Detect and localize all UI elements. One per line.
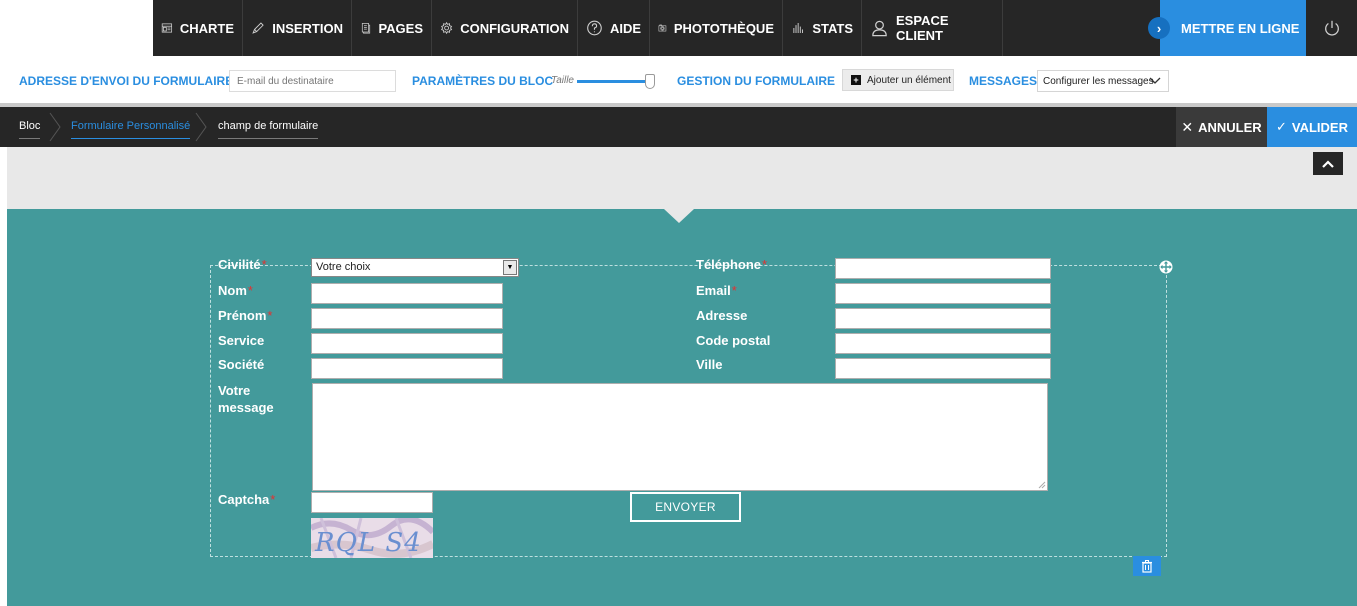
nav-insertion-label: INSERTION	[272, 20, 343, 36]
size-slider-track[interactable]	[577, 80, 653, 83]
messages-label: MESSAGES	[969, 74, 1038, 88]
nav-configuration[interactable]: CONFIGURATION	[432, 0, 578, 56]
required-mark: *	[270, 492, 276, 507]
captcha-image: RQL S4	[311, 518, 433, 558]
service-label: Service	[218, 333, 265, 348]
ville-input[interactable]	[835, 358, 1051, 379]
power-icon	[1324, 20, 1339, 36]
email-label: Email*	[696, 283, 737, 298]
camera-icon	[658, 24, 667, 32]
nav-insertion[interactable]: INSERTION	[243, 0, 352, 56]
form-management-label: GESTION DU FORMULAIRE	[677, 74, 835, 88]
nav-phototheque-label: PHOTOTHÈQUE	[673, 20, 774, 36]
trash-icon	[1142, 559, 1152, 573]
email-input[interactable]	[835, 283, 1051, 304]
breadcrumb-formulaire[interactable]: Formulaire Personnalisé	[71, 120, 191, 139]
societe-input[interactable]	[311, 358, 503, 379]
societe-label: Société	[218, 357, 265, 372]
nav-phototheque[interactable]: PHOTOTHÈQUE	[650, 0, 783, 56]
power-button[interactable]	[1306, 0, 1357, 56]
size-slider-handle[interactable]	[645, 74, 655, 89]
code-postal-label: Code postal	[696, 333, 771, 348]
required-mark: *	[731, 283, 737, 298]
chevron-right-icon: ›	[1148, 17, 1170, 39]
nav-stats[interactable]: STATS	[783, 0, 862, 56]
civilite-select-value: Votre choix	[316, 261, 371, 273]
nav-stats-label: STATS	[812, 20, 853, 36]
nav-pages[interactable]: PAGES	[352, 0, 432, 56]
nav-aide-label: AIDE	[609, 20, 641, 36]
gear-icon	[441, 21, 453, 35]
breadcrumb-separator-icon	[195, 112, 207, 142]
messages-select-value: Configurer les messages	[1043, 75, 1154, 87]
civilite-label: Civilité*	[218, 257, 267, 272]
messages-select[interactable]: Configurer les messages	[1037, 70, 1169, 92]
cancel-button[interactable]: ✕ ANNULER	[1176, 107, 1267, 147]
add-element-label: Ajouter un élément	[867, 74, 951, 86]
plus-icon: +	[851, 75, 861, 85]
breadcrumb-separator-icon	[49, 112, 61, 142]
validate-label: VALIDER	[1291, 119, 1348, 135]
nav-aide[interactable]: AIDE	[578, 0, 650, 56]
required-mark: *	[247, 283, 253, 298]
help-icon	[587, 20, 602, 36]
civilite-select[interactable]: Votre choix ▼	[311, 258, 519, 277]
layout-icon	[161, 23, 173, 33]
collapse-button[interactable]	[1313, 152, 1343, 175]
chevron-down-icon	[1149, 77, 1161, 84]
add-element-button[interactable]: + Ajouter un élément	[842, 69, 954, 91]
nav-charte-label: CHARTE	[179, 20, 234, 36]
publish-button[interactable]: › METTRE EN LIGNE	[1148, 0, 1306, 56]
nav-configuration-label: CONFIGURATION	[460, 20, 569, 36]
cancel-label: ANNULER	[1198, 119, 1262, 135]
service-input[interactable]	[311, 333, 503, 354]
stats-icon	[793, 22, 803, 34]
prenom-input[interactable]	[311, 308, 503, 329]
user-icon	[872, 20, 887, 37]
nav-charte[interactable]: CHARTE	[153, 0, 243, 56]
validate-button[interactable]: ✓ VALIDER	[1267, 107, 1357, 147]
nom-label: Nom*	[218, 283, 253, 298]
breadcrumb-bloc[interactable]: Bloc	[19, 120, 41, 139]
breadcrumb-bar: Bloc Formulaire Personnalisé champ de fo…	[0, 103, 1357, 147]
required-mark: *	[261, 257, 267, 272]
chevron-up-icon	[1322, 159, 1334, 168]
nom-input[interactable]	[311, 283, 503, 304]
email-address-label: ADRESSE D'ENVOI DU FORMULAIRE :	[19, 74, 241, 88]
adresse-label: Adresse	[696, 308, 748, 323]
nav-espace-client[interactable]: ESPACE CLIENT	[862, 0, 1003, 56]
recipient-email-input[interactable]	[229, 70, 396, 92]
message-textarea[interactable]	[312, 383, 1048, 491]
delete-block-button[interactable]	[1133, 556, 1161, 576]
required-mark: *	[267, 308, 273, 323]
adresse-input[interactable]	[835, 308, 1051, 329]
telephone-label: Téléphone*	[696, 257, 768, 272]
ville-label: Ville	[696, 357, 723, 372]
block-params-label: PARAMÈTRES DU BLOC	[412, 74, 554, 88]
nav-pages-label: PAGES	[378, 20, 423, 36]
pages-icon	[361, 23, 371, 34]
check-icon: ✓	[1275, 119, 1287, 134]
prenom-label: Prénom*	[218, 308, 273, 323]
required-mark: *	[762, 257, 768, 272]
nav-espace-client-label: ESPACE CLIENT	[896, 13, 949, 43]
message-label-line2: message	[218, 400, 274, 415]
publish-label: METTRE EN LIGNE	[1181, 20, 1300, 36]
code-postal-input[interactable]	[835, 333, 1051, 354]
dropdown-arrow-icon: ▼	[503, 260, 517, 275]
block-header-band	[7, 147, 1357, 209]
send-button[interactable]: ENVOYER	[630, 492, 741, 522]
captcha-input[interactable]	[311, 492, 433, 513]
size-label: Taille	[551, 75, 574, 86]
notch-indicator	[664, 209, 694, 223]
message-label-line1: Votre	[218, 383, 251, 398]
breadcrumb-champ[interactable]: champ de formulaire	[218, 120, 319, 139]
pencil-icon	[252, 22, 264, 34]
resize-handle-icon[interactable]	[1038, 481, 1046, 489]
telephone-input[interactable]	[835, 258, 1051, 279]
captcha-text: RQL S4	[314, 528, 422, 558]
close-icon: ✕	[1181, 118, 1194, 135]
move-icon[interactable]	[1159, 260, 1173, 274]
captcha-label: Captcha*	[218, 492, 276, 507]
